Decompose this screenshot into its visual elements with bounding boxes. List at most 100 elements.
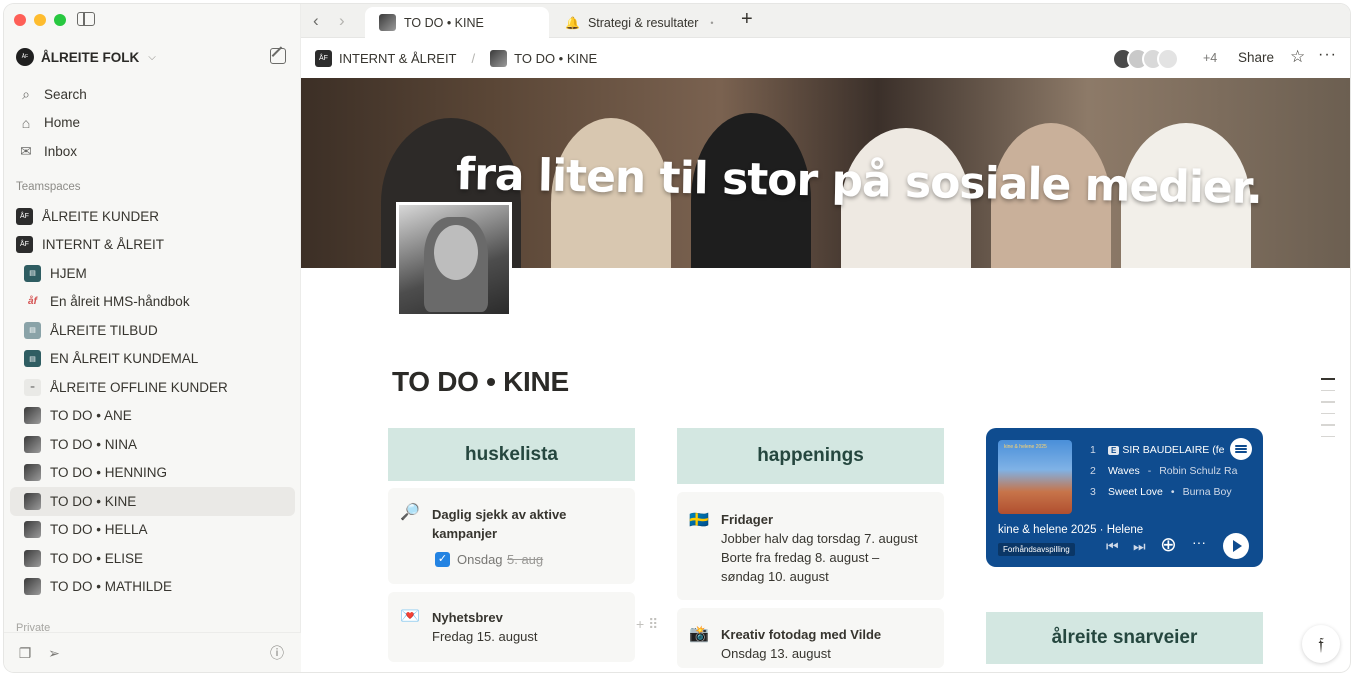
page-topbar: ÅF INTERNT & ÅLREIT / TO DO • KINE +4 Sh… [301,38,1350,78]
teamspaces-label: Teamspaces [16,181,81,193]
avatar-icon [24,492,41,510]
forward-arrow-icon[interactable]: › [339,11,345,31]
event-card[interactable]: 📸 Kreativ fotodag med Vilde Onsdag 13. a… [677,608,944,668]
track-title: E SIR BAUDELAIRE (fe [1108,444,1224,456]
sidebar-item-label: TO DO • HENNING [50,465,167,481]
sidebar-item-label: TO DO • NINA [50,436,137,452]
add-to-library-icon[interactable]: ⊕ [1160,532,1177,557]
teamspace-icon: ÅF [315,49,332,67]
star-icon[interactable]: ☆ [1290,47,1305,67]
inbox-icon: ✉ [20,142,32,159]
next-track-icon[interactable]: ⏭ [1133,538,1146,555]
ai-assistant-icon[interactable]: 𝔣 [1302,625,1340,663]
card-title: Daglig sjekk av aktive [432,507,567,522]
sidebar-item-todo-nina[interactable]: TO DO • NINA [10,430,295,459]
sidebar-item-search[interactable]: ⌕ Search [4,80,301,109]
page-portrait-icon[interactable] [396,202,512,317]
todo-card[interactable]: 💌 Nyhetsbrev Fredag 15. august [388,592,635,662]
outline-line [1321,424,1335,426]
checkbox[interactable]: ✓ [435,552,450,567]
track-title: Waves [1108,465,1140,477]
sidebar-item-label: TO DO • ANE [50,408,132,424]
card-date: Onsdag 13. august [721,646,831,661]
new-tab-button[interactable]: + [741,8,753,31]
templates-icon[interactable]: ❐ [17,645,33,661]
swedish-flag-icon: 🇸🇪 [689,512,709,529]
card-date: Onsdag [457,552,503,567]
sidebar-item-home[interactable]: ⌂ Home [4,109,301,138]
sidebar-item-hjem[interactable]: ▤ HJEM [10,259,295,288]
page-outline[interactable] [1321,378,1335,447]
breadcrumb: ÅF INTERNT & ÅLREIT / TO DO • KINE [315,49,597,67]
avatar-icon [24,464,41,482]
card-date-struck: 5. aug [507,552,544,567]
sidebar-item-todo-elise[interactable]: TO DO • ELISE [10,544,295,573]
track-row[interactable]: 2 Waves - Robin Schulz Ra [1090,465,1237,477]
sidebar-item-todo-henning[interactable]: TO DO • HENNING [10,459,295,488]
explicit-badge: E [1108,446,1120,455]
workspace-logo: ÅF [16,48,34,66]
avatar-icon [24,578,41,596]
outline-line [1321,378,1335,380]
sidebar-item-internt-alreit[interactable]: ÅF INTERNT & ÅLREIT [10,231,295,260]
sidebar-item-offline-kunder[interactable]: ━ ÅLREITE OFFLINE KUNDER [10,373,295,402]
track-row[interactable]: 3 Sweet Love • Burna Boy [1090,486,1232,498]
avatar-icon [24,407,41,425]
sidebar-item-todo-kine[interactable]: TO DO • KINE [10,487,295,516]
help-icon[interactable]: ⓘ [269,645,285,661]
spotify-logo-icon[interactable] [1230,438,1252,460]
sidebar-item-todo-hella[interactable]: TO DO • HELLA [10,516,295,545]
spotify-embed[interactable]: kine & helene 2025 1 E SIR BAUDELAIRE (fe… [986,428,1263,567]
sidebar-item-alreite-kunder[interactable]: ÅF ÅLREITE KUNDER [10,202,295,231]
more-options-icon[interactable]: ··· [1192,534,1206,550]
minimize-window-button[interactable] [34,14,46,26]
collaborator-avatars[interactable] [1112,48,1179,70]
card-title: Nyhetsbrev [432,610,503,625]
playlist-title[interactable]: kine & helene 2025 · Helene [998,524,1143,536]
tab-close-icon[interactable]: • [710,18,713,28]
more-options-icon[interactable]: ··· [1318,46,1337,64]
breadcrumb-current[interactable]: TO DO • KINE [514,51,597,66]
card-title: Fridager [721,512,774,527]
todo-card[interactable]: 🔎 Daglig sjekk av aktive kampanjer ✓ Ons… [388,488,635,584]
zoom-window-button[interactable] [54,14,66,26]
tab-todo-kine[interactable]: TO DO • KINE [365,7,549,38]
sidebar-item-label: EN ÅLREIT KUNDEMAL [50,351,199,367]
tab-label: TO DO • KINE [404,15,484,30]
sidebar-item-todo-mathilde[interactable]: TO DO • MATHILDE [10,573,295,602]
play-button[interactable] [1223,533,1249,559]
page-icon: ━ [24,378,41,396]
sidebar-item-inbox[interactable]: ✉ Inbox [4,137,301,166]
sidebar-item-hms-handbok[interactable]: åf En ålreit HMS-håndbok [10,288,295,317]
close-window-button[interactable] [14,14,26,26]
workspace-switcher[interactable]: ÅF ÅLREITE FOLK ⌵ [16,46,156,68]
avatar-icon [379,14,396,31]
drag-handle-icon[interactable]: + ⠿ [636,616,658,633]
track-artist: Burna Boy [1182,486,1232,498]
previous-track-icon[interactable]: ⏮ [1106,538,1119,555]
share-button[interactable]: Share [1238,50,1274,65]
sidebar-pages: ÅF ÅLREITE KUNDER ÅF INTERNT & ÅLREIT ▤ … [4,202,301,601]
new-page-icon[interactable] [270,48,286,64]
track-separator: - [1147,465,1152,477]
extra-collaborators-count[interactable]: +4 [1203,51,1217,65]
back-arrow-icon[interactable]: ‹ [313,11,319,31]
sidebar-item-todo-ane[interactable]: TO DO • ANE [10,402,295,431]
tab-strategi[interactable]: 🔔 Strategi & resultater • [551,7,731,38]
track-separator: • [1170,486,1175,498]
event-card[interactable]: 🇸🇪 Fridager Jobber halv dag torsdag 7. a… [677,492,944,600]
outline-line [1321,435,1335,437]
track-row[interactable]: 1 E SIR BAUDELAIRE (fe [1090,444,1224,456]
page-title[interactable]: TO DO • KINE [392,366,569,398]
sidebar-toggle-icon[interactable] [77,12,95,26]
page-icon: åf [28,296,37,308]
sidebar-item-kundemal[interactable]: ▤ EN ÅLREIT KUNDEMAL [10,345,295,374]
breadcrumb-parent[interactable]: INTERNT & ÅLREIT [339,51,457,66]
workspace-name: ÅLREITE FOLK [41,49,140,65]
sidebar-item-label: ÅLREITE TILBUD [50,322,158,338]
breadcrumb-separator: / [471,50,476,66]
sidebar-item-alreite-tilbud[interactable]: ▤ ÅLREITE TILBUD [10,316,295,345]
track-number: 3 [1090,486,1096,498]
send-icon[interactable]: ➢ [46,645,62,661]
sidebar-item-label: INTERNT & ÅLREIT [42,237,165,253]
